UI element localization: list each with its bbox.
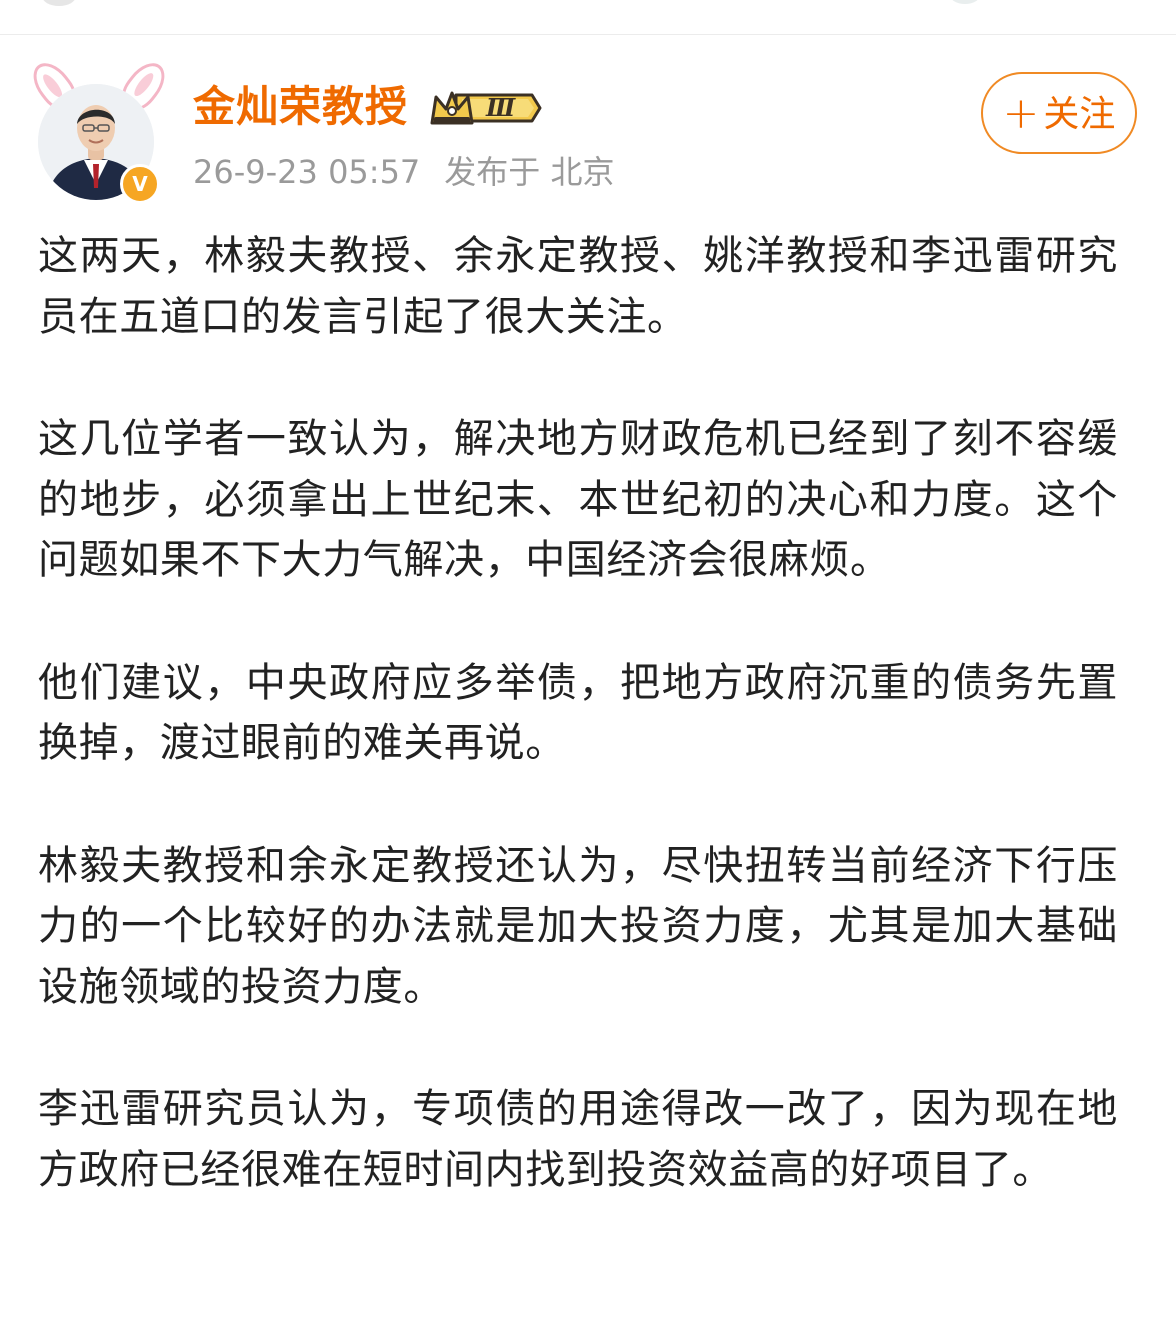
menu-icon[interactable] bbox=[950, 0, 980, 4]
post-header: V 金灿荣教授 Ⅲ 26-9-23 05:57 发布于 北京 + 关注 bbox=[0, 55, 1176, 206]
post-paragraph: 李迅雷研究员认为，专项债的用途得改一改了，因为现在地方政府已经很难在短时间内找到… bbox=[38, 1086, 1118, 1193]
verified-badge-icon: V bbox=[120, 164, 160, 204]
post-meta: 26-9-23 05:57 发布于 北京 bbox=[193, 152, 614, 192]
post-body: 这两天，林毅夫教授、余永定教授、姚洋教授和李迅雷研究员在五道口的发言引起了很大关… bbox=[38, 226, 1118, 1200]
post-paragraph: 他们建议，中央政府应多举债，把地方政府沉重的债务先置换掉，渡过眼前的难关再说。 bbox=[38, 659, 1118, 767]
follow-label: 关注 bbox=[1043, 94, 1116, 135]
post-paragraph: 林毅夫教授和余永定教授还认为，尽快扭转当前经济下行压力的一个比较好的办法就是加大… bbox=[38, 842, 1118, 1010]
avatar-container[interactable]: V bbox=[25, 55, 173, 204]
plus-icon: + bbox=[1002, 88, 1040, 139]
follow-button[interactable]: + 关注 bbox=[981, 72, 1137, 154]
post-location: 发布于 北京 bbox=[444, 153, 615, 191]
post-paragraph: 这几位学者一致认为，解决地方财政危机已经到了刻不容缓的地步，必须拿出上世纪末、本… bbox=[38, 416, 1118, 583]
back-icon[interactable] bbox=[42, 0, 76, 6]
vip-crown-badge[interactable]: Ⅲ bbox=[428, 87, 544, 129]
author-name[interactable]: 金灿荣教授 bbox=[193, 80, 408, 134]
top-bar-remnant bbox=[0, 0, 1176, 35]
post-paragraph: 这两天，林毅夫教授、余永定教授、姚洋教授和李迅雷研究员在五道口的发言引起了很大关… bbox=[38, 233, 1118, 340]
post-timestamp: 26-9-23 05:57 bbox=[193, 153, 421, 191]
vip-level-label: Ⅲ bbox=[486, 93, 516, 122]
